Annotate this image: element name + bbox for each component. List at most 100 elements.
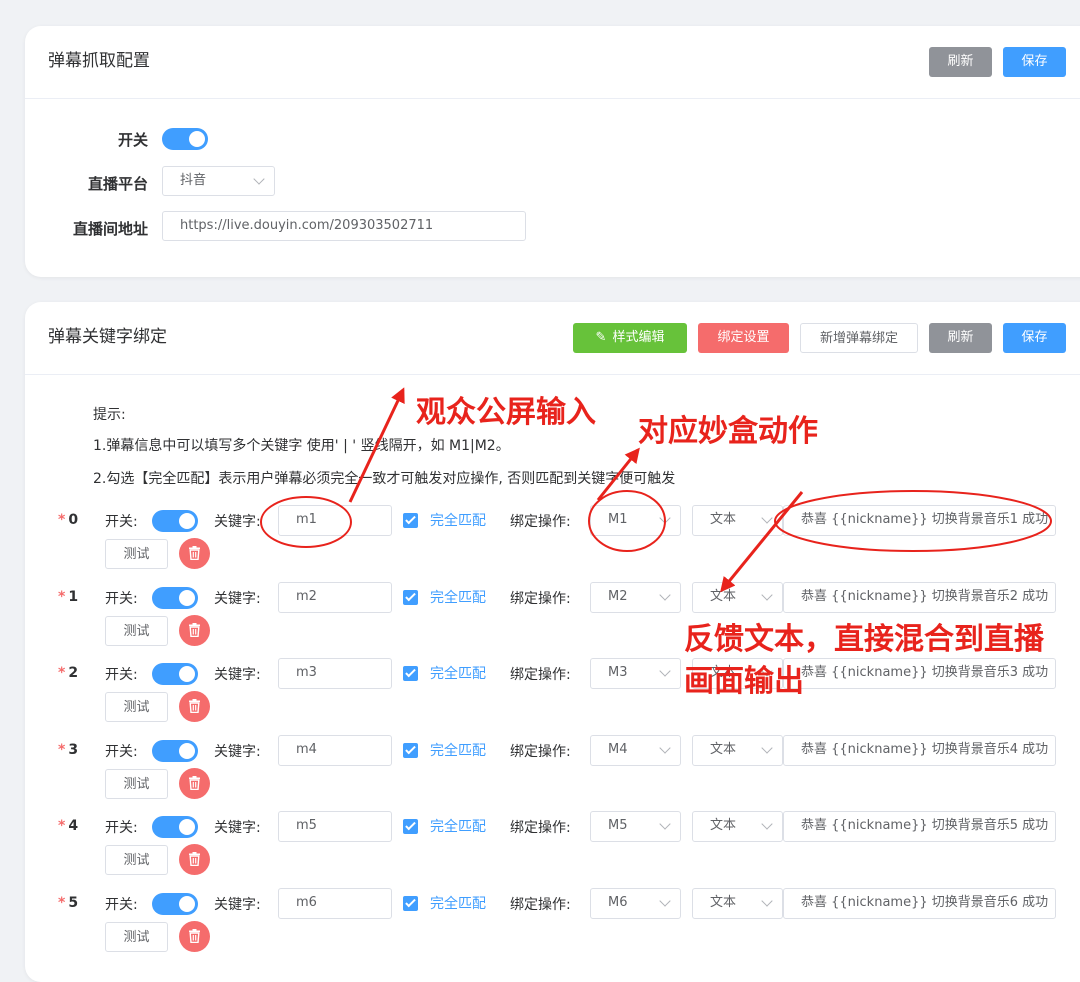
binding-row: * 0 开关: 关键字: m1 完全匹配 绑定操作: M1 文本 恭喜 {{nic… <box>25 502 1080 578</box>
row-switch[interactable] <box>152 816 198 838</box>
exact-match-checkbox[interactable] <box>403 819 418 834</box>
url-input[interactable]: https://live.douyin.com/209303502711 <box>162 211 526 241</box>
action-select[interactable]: M2 <box>590 581 681 613</box>
binding-row: * 3 开关: 关键字: m4 完全匹配 绑定操作: M4 文本 恭喜 {{nic… <box>25 732 1080 808</box>
row-index-value: 4 <box>68 818 79 834</box>
exact-match-label[interactable]: 完全匹配 <box>430 663 486 683</box>
delete-button[interactable] <box>179 844 210 875</box>
keyword-input[interactable]: m3 <box>278 658 392 689</box>
feedback-text-value: 恭喜 {{nickname}} 切换背景音乐4 成功 <box>801 741 1049 757</box>
test-button[interactable]: 测试 <box>105 615 168 646</box>
test-button[interactable]: 测试 <box>105 845 168 875</box>
delete-button[interactable] <box>179 767 210 799</box>
keyword-input[interactable]: m1 <box>278 505 392 536</box>
chevron-down-icon <box>659 741 671 754</box>
exact-match-checkbox[interactable] <box>403 895 418 911</box>
exact-match-label[interactable]: 完全匹配 <box>430 587 486 607</box>
exact-match-checkbox[interactable] <box>403 513 418 528</box>
row-switch[interactable] <box>152 663 198 685</box>
feedback-text-value: 恭喜 {{nickname}} 切换背景音乐3 成功 <box>801 665 1049 680</box>
feedback-text-input[interactable]: 恭喜 {{nickname}} 切换背景音乐4 成功 <box>783 734 1056 766</box>
delete-button[interactable] <box>179 691 210 722</box>
chevron-down-icon <box>659 894 671 907</box>
keyword-input-value: m6 <box>296 894 317 910</box>
feedback-type-value: 文本 <box>710 512 737 527</box>
row-switch-label: 开关: <box>105 820 138 836</box>
annotation-feedback-line1: 反馈文本，直接混合到直播 <box>684 622 1044 657</box>
keyword-input[interactable]: m6 <box>278 887 392 919</box>
exact-match-label[interactable]: 完全匹配 <box>430 816 486 836</box>
bind-settings-button[interactable]: 绑定设置 <box>698 323 789 353</box>
style-edit-button[interactable]: ✎ 样式编辑 <box>573 323 687 353</box>
binding-save-button[interactable]: 保存 <box>1003 323 1066 353</box>
tip-line-2: 2.勾选【完全匹配】表示用户弹幕必须完全一致才可触发对应操作, 否则匹配到关键字… <box>93 471 676 487</box>
row-switch[interactable] <box>152 892 198 915</box>
test-button[interactable]: 测试 <box>105 768 168 799</box>
feedback-text-input[interactable]: 恭喜 {{nickname}} 切换背景音乐3 成功 <box>783 658 1056 689</box>
action-select-value: M3 <box>608 665 628 680</box>
trash-icon <box>189 622 200 637</box>
row-action-label: 绑定操作: <box>510 896 571 913</box>
capture-switch[interactable] <box>162 128 208 150</box>
action-select[interactable]: M5 <box>590 811 681 842</box>
feedback-type-select[interactable]: 文本 <box>692 887 783 919</box>
delete-button[interactable] <box>179 538 210 569</box>
capture-config-header: 弹幕抓取配置 刷新 保存 <box>25 26 1080 99</box>
trash-icon <box>189 928 200 943</box>
trash-icon <box>189 546 200 560</box>
test-button[interactable]: 测试 <box>105 539 168 569</box>
feedback-type-select[interactable]: 文本 <box>692 734 783 766</box>
action-select[interactable]: M6 <box>590 887 681 919</box>
action-select[interactable]: M4 <box>590 734 681 766</box>
feedback-text-input[interactable]: 恭喜 {{nickname}} 切换背景音乐5 成功 <box>783 811 1056 842</box>
feedback-type-select[interactable]: 文本 <box>692 811 783 842</box>
feedback-text-input[interactable]: 恭喜 {{nickname}} 切换背景音乐2 成功 <box>783 581 1056 613</box>
capture-save-button[interactable]: 保存 <box>1003 47 1066 77</box>
feedback-type-select[interactable]: 文本 <box>692 505 783 536</box>
delete-button[interactable] <box>179 920 210 952</box>
feedback-type-select[interactable]: 文本 <box>692 581 783 613</box>
capture-refresh-button[interactable]: 刷新 <box>929 47 992 77</box>
exact-match-checkbox[interactable] <box>403 589 418 605</box>
chevron-down-icon <box>253 173 265 185</box>
keyword-input[interactable]: m2 <box>278 581 392 613</box>
keyword-input[interactable]: m4 <box>278 734 392 766</box>
add-binding-button[interactable]: 新增弹幕绑定 <box>800 323 918 353</box>
feedback-text-input[interactable]: 恭喜 {{nickname}} 切换背景音乐1 成功 <box>783 505 1056 536</box>
action-select[interactable]: M1 <box>590 505 681 536</box>
style-edit-label: 样式编辑 <box>612 330 665 345</box>
chevron-down-icon <box>659 818 671 830</box>
exact-match-label[interactable]: 完全匹配 <box>430 893 486 913</box>
action-select[interactable]: M3 <box>590 658 681 689</box>
exact-match-label[interactable]: 完全匹配 <box>430 740 486 760</box>
action-select-value: M5 <box>608 818 628 833</box>
keyword-input[interactable]: m5 <box>278 811 392 842</box>
row-action-label: 绑定操作: <box>510 514 571 530</box>
row-switch-label: 开关: <box>105 743 138 760</box>
exact-match-label[interactable]: 完全匹配 <box>430 510 486 530</box>
row-keyword-label: 关键字: <box>214 667 261 683</box>
platform-select[interactable]: 抖音 <box>162 166 275 196</box>
edit-icon: ✎ <box>595 330 607 345</box>
delete-button[interactable] <box>179 614 210 646</box>
trash-icon <box>189 852 200 866</box>
url-label: 直播间地址 <box>72 220 148 238</box>
keyword-input-value: m4 <box>296 741 317 757</box>
exact-match-checkbox[interactable] <box>403 666 418 681</box>
platform-label: 直播平台 <box>87 175 148 193</box>
row-switch[interactable] <box>152 586 198 609</box>
row-switch-label: 开关: <box>105 590 138 607</box>
test-button[interactable]: 测试 <box>105 692 168 722</box>
trash-icon <box>189 699 200 713</box>
row-index-value: 1 <box>68 588 79 605</box>
feedback-text-input[interactable]: 恭喜 {{nickname}} 切换背景音乐6 成功 <box>783 887 1056 919</box>
row-switch[interactable] <box>152 739 198 762</box>
action-select-value: M4 <box>608 741 628 757</box>
binding-refresh-button[interactable]: 刷新 <box>929 323 992 353</box>
test-button[interactable]: 测试 <box>105 921 168 952</box>
capture-switch-label: 开关 <box>117 131 148 149</box>
exact-match-checkbox[interactable] <box>403 742 418 758</box>
keyword-input-value: m2 <box>296 588 317 604</box>
row-switch[interactable] <box>152 510 198 532</box>
annotation-box-action: 对应妙盒动作 <box>638 414 818 449</box>
